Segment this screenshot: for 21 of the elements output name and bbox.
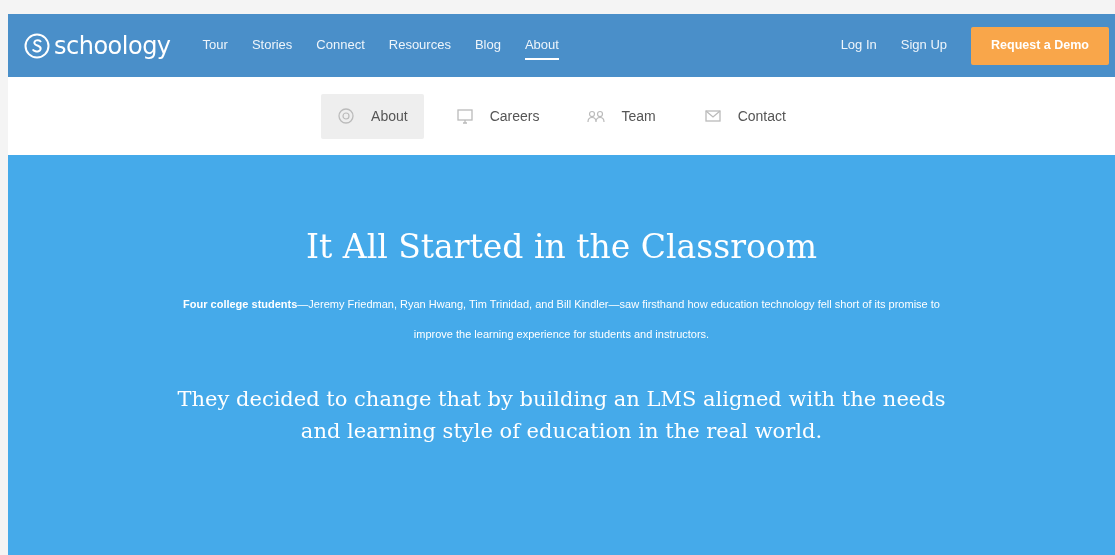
subnav-tab[interactable]: Careers (439, 93, 556, 139)
hero-statement: They decided to change that by building an LMS aligned with the needs and learning style of education in the real world. (176, 385, 947, 445)
brand-name[interactable]: schoology (54, 27, 171, 64)
request-demo-button[interactable]: Request a Demo (971, 26, 1109, 65)
nav-link[interactable]: About (524, 30, 559, 61)
nav-link[interactable]: Log In (840, 30, 877, 61)
nav-link[interactable]: Resources (388, 30, 451, 61)
monitor-icon (455, 107, 474, 125)
hero-title: It All Started in the Classroom (305, 227, 818, 267)
hero-intro: Four college students—Jeremy Friedman, Ryan Hwang, Tim Trinidad, and Bill Kindler—saw firsthand how education technology fell short of its promise to improve the learning experience for students and instructors. (182, 296, 941, 342)
subnav-tab[interactable]: About (321, 93, 424, 139)
nav-link[interactable]: Blog (474, 30, 501, 61)
circle-icon (337, 107, 356, 125)
nav-link[interactable]: Connect (316, 30, 365, 61)
logo-icon (24, 32, 50, 59)
nav-link[interactable]: Tour (202, 30, 228, 61)
nav-link[interactable]: Stories (251, 30, 293, 61)
nav-link[interactable]: Sign Up (900, 30, 948, 61)
subnav-tab[interactable]: Team (571, 93, 672, 139)
subnav-tab[interactable]: Contact (687, 93, 802, 139)
envelope-icon (703, 107, 722, 125)
